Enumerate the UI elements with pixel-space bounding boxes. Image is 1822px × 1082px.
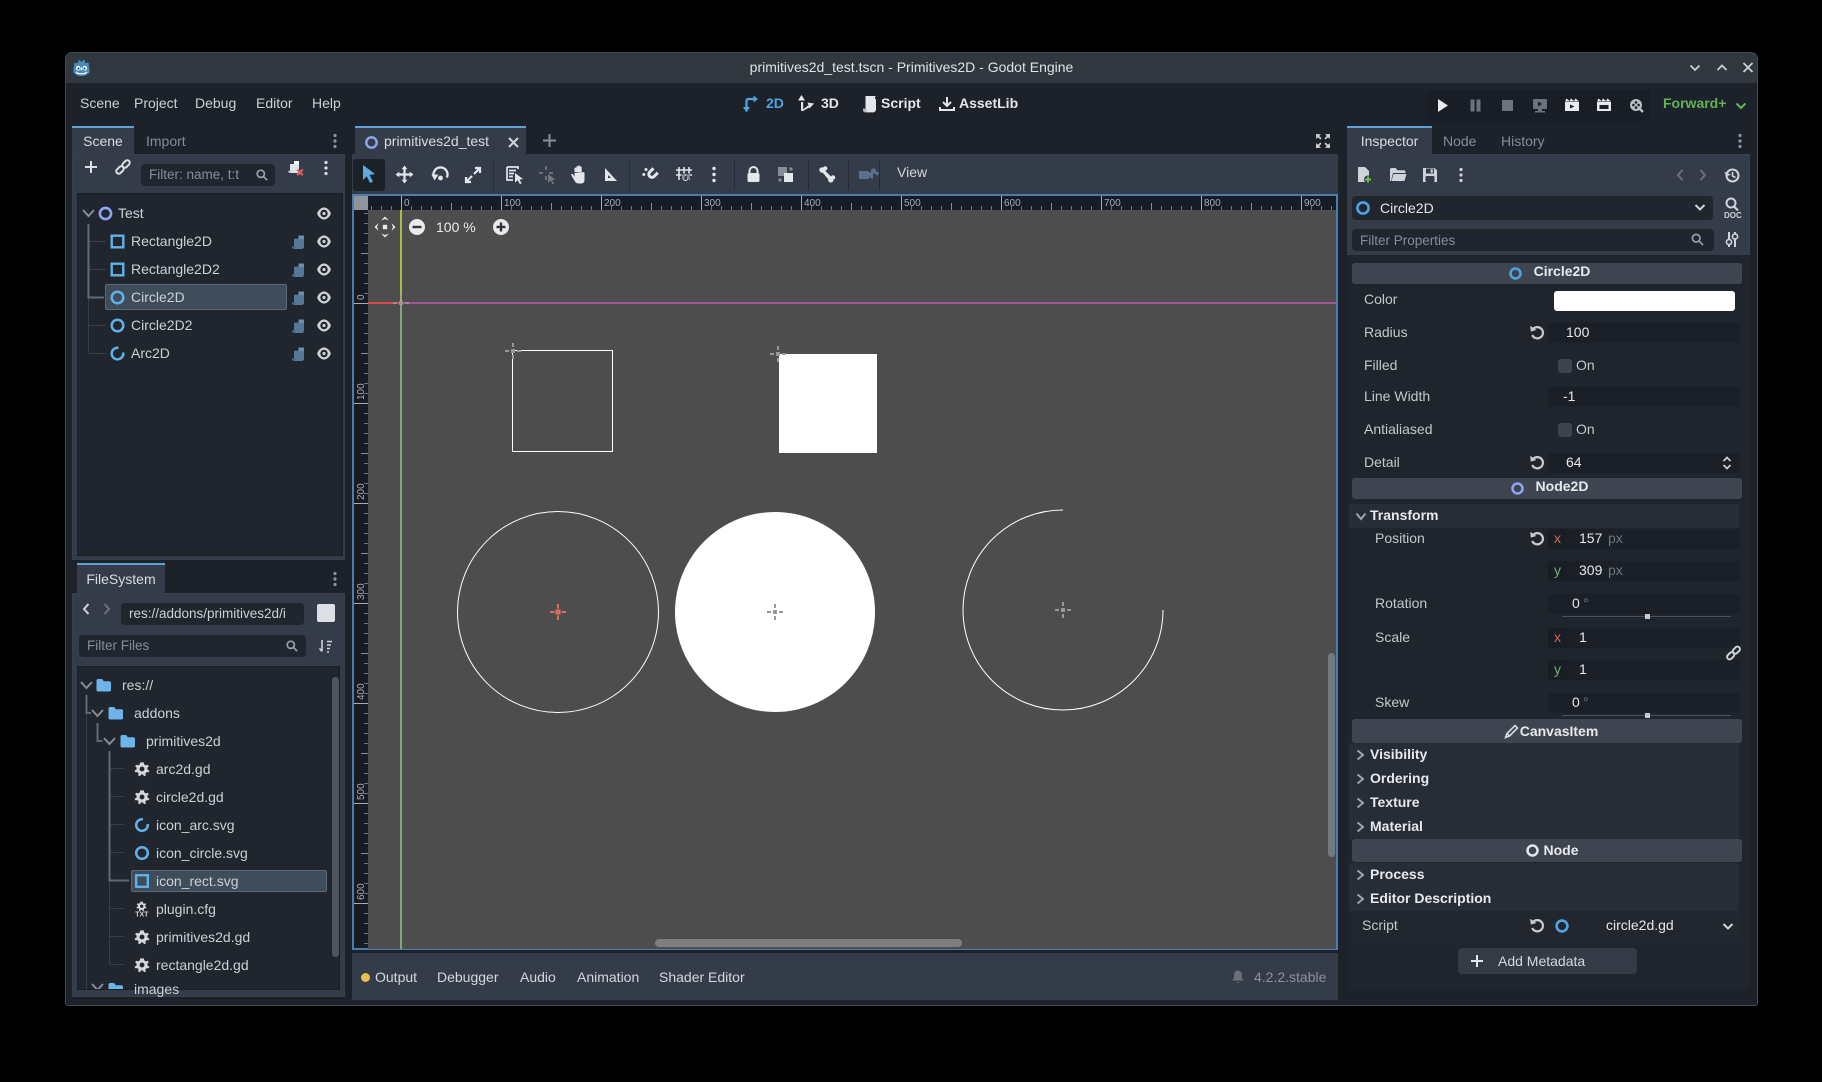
- svg-text:200: 200: [604, 198, 621, 209]
- svg-text:900: 900: [1304, 198, 1321, 209]
- svg-text:200: 200: [356, 483, 367, 500]
- svg-text:0: 0: [356, 294, 367, 300]
- svg-text:DOC: DOC: [1724, 211, 1742, 220]
- svg-text:100: 100: [504, 198, 521, 209]
- svg-text:100: 100: [356, 383, 367, 400]
- svg-text:500: 500: [904, 198, 921, 209]
- svg-text:500: 500: [356, 783, 367, 800]
- svg-text:TXT: TXT: [135, 912, 149, 919]
- svg-text:300: 300: [704, 198, 721, 209]
- svg-text:600: 600: [356, 883, 367, 900]
- svg-text:0: 0: [404, 198, 410, 209]
- svg-text:700: 700: [1104, 198, 1121, 209]
- svg-text:400: 400: [804, 198, 821, 209]
- svg-text:100 %: 100 %: [436, 219, 476, 235]
- svg-text:300: 300: [356, 583, 367, 600]
- svg-text:600: 600: [1004, 198, 1021, 209]
- svg-text:400: 400: [356, 683, 367, 700]
- svg-text:800: 800: [1204, 198, 1221, 209]
